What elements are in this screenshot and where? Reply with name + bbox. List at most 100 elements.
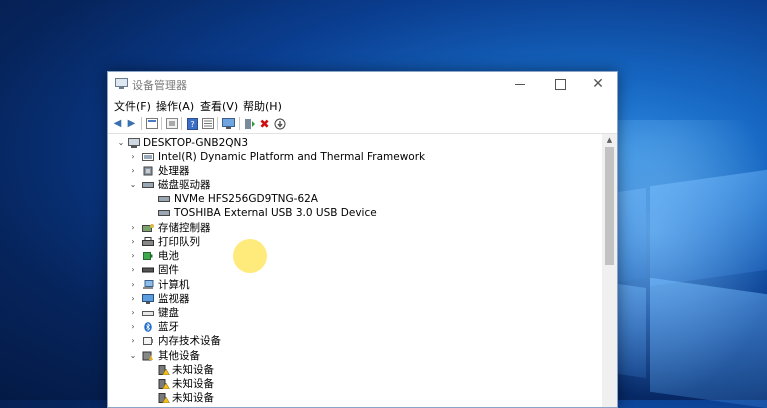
scrollbar-thumb[interactable]	[605, 147, 614, 265]
chevron-down-icon[interactable]: ⌄	[128, 349, 138, 363]
tree-item-label: 电池	[158, 250, 179, 262]
minimize-button[interactable]	[500, 72, 540, 96]
toolbar-separator	[217, 117, 218, 130]
tree-item-label: 打印队列	[158, 236, 200, 248]
tree-item[interactable]: › 处理器	[108, 164, 602, 178]
menu-view[interactable]: 查看(V)	[200, 98, 238, 114]
close-button[interactable]: ✕	[578, 72, 617, 96]
tree-item-label: 未知设备	[172, 364, 214, 376]
thermal-framework-icon	[142, 153, 154, 161]
tree-item-label: 蓝牙	[158, 321, 179, 333]
uninstall-icon[interactable]: ✖	[258, 117, 271, 131]
bluetooth-icon	[144, 322, 152, 332]
tree-item[interactable]: › 固件	[108, 263, 602, 277]
menu-help[interactable]: 帮助(H)	[243, 98, 282, 114]
back-icon[interactable]: ◀	[111, 117, 124, 130]
tree-item-label: TOSHIBA External USB 3.0 USB Device	[174, 207, 377, 219]
chevron-right-icon[interactable]: ›	[128, 150, 138, 164]
tree-item[interactable]: 未知设备	[108, 391, 602, 405]
computer-icon	[143, 280, 154, 289]
scan-hardware-icon[interactable]	[273, 117, 286, 130]
chevron-right-icon[interactable]: ›	[128, 306, 138, 320]
unknown-device-icon	[158, 379, 170, 389]
show-hidden-icon[interactable]	[165, 117, 178, 130]
tree-item[interactable]: › 键盘	[108, 306, 602, 320]
chevron-right-icon[interactable]: ›	[128, 320, 138, 334]
menu-action[interactable]: 操作(A)	[156, 98, 194, 114]
chevron-right-icon[interactable]: ›	[128, 221, 138, 235]
menu-bar: 文件(F) 操作(A) 查看(V) 帮助(H)	[108, 96, 617, 115]
monitor-icon	[142, 294, 154, 304]
menu-file[interactable]: 文件(F)	[114, 98, 151, 114]
tree-item[interactable]: NVMe HFS256GD9TNG-62A	[108, 192, 602, 206]
tree-item[interactable]: TOSHIBA External USB 3.0 USB Device	[108, 206, 602, 220]
other-devices-icon	[142, 351, 153, 361]
chevron-right-icon[interactable]: ›	[128, 334, 138, 348]
tree-root-label: DESKTOP-GNB2QN3	[143, 137, 249, 149]
help-icon[interactable]: ?	[186, 117, 199, 130]
tree-item-label: Intel(R) Dynamic Platform and Thermal Fr…	[158, 151, 426, 163]
tree-item[interactable]: 未知设备	[108, 363, 602, 377]
tree-item[interactable]: 未知设备	[108, 377, 602, 391]
monitor-icon[interactable]	[222, 117, 235, 130]
properties-icon[interactable]	[145, 117, 158, 130]
chevron-right-icon[interactable]: ›	[128, 278, 138, 292]
disk-drive-icon	[158, 210, 170, 216]
tree-item[interactable]: › 监视器	[108, 292, 602, 306]
chevron-down-icon[interactable]: ⌄	[116, 136, 126, 150]
chevron-down-icon[interactable]: ⌄	[128, 178, 138, 192]
svg-text:?: ?	[190, 120, 194, 129]
windows-logo-pane	[650, 169, 767, 287]
toolbar-separator	[239, 117, 240, 130]
cursor-highlight	[233, 239, 267, 273]
tree-item-label: 键盘	[158, 307, 179, 319]
tree-item[interactable]: › Intel(R) Dynamic Platform and Thermal …	[108, 150, 602, 164]
tree-item[interactable]: ⌄ 磁盘驱动器	[108, 178, 602, 192]
windows-logo-pane	[618, 188, 646, 282]
tree-item-label: 其他设备	[158, 350, 200, 362]
disk-drive-icon	[158, 196, 170, 202]
tree-item-label: 计算机	[158, 279, 190, 291]
device-manager-window: 设备管理器 ✕ 文件(F) 操作(A) 查看(V) 帮助(H) ◀ ▶ ? ✖ …	[107, 71, 618, 408]
tree-item-label: 未知设备	[172, 378, 214, 390]
chevron-right-icon[interactable]: ›	[128, 235, 138, 249]
tree-item[interactable]: › 存储控制器	[108, 221, 602, 235]
toolbar: ◀ ▶ ? ✖	[108, 115, 617, 134]
keyboard-icon	[142, 311, 154, 316]
update-driver-icon[interactable]	[243, 117, 256, 130]
chevron-right-icon[interactable]: ›	[128, 164, 138, 178]
toolbar-separator	[161, 117, 162, 130]
tree-item[interactable]: › 计算机	[108, 278, 602, 292]
tree-item-label: 固件	[158, 264, 179, 276]
processor-icon	[143, 166, 153, 176]
title-bar[interactable]: 设备管理器 ✕	[108, 72, 617, 96]
storage-controller-icon	[142, 224, 154, 232]
vertical-scrollbar[interactable]: ▲	[602, 134, 617, 407]
tree-item[interactable]: › 蓝牙	[108, 320, 602, 334]
toolbar-separator	[181, 117, 182, 130]
minimize-icon	[515, 83, 525, 85]
tree-item[interactable]: ⌄ 其他设备	[108, 349, 602, 363]
device-tree: ⌄ DESKTOP-GNB2QN3 › Intel(R) Dynamic Pla…	[108, 134, 602, 407]
tree-item[interactable]: › 电池	[108, 249, 602, 263]
chevron-right-icon[interactable]: ›	[128, 263, 138, 277]
chevron-right-icon[interactable]: ›	[128, 292, 138, 306]
tree-item-label: NVMe HFS256GD9TNG-62A	[174, 193, 318, 205]
tree-item[interactable]: › 内存技术设备	[108, 334, 602, 348]
tree-item-label: 处理器	[158, 165, 190, 177]
chevron-right-icon[interactable]: ›	[128, 249, 138, 263]
firmware-icon	[142, 267, 154, 273]
forward-icon[interactable]: ▶	[125, 117, 138, 130]
details-icon[interactable]	[201, 117, 214, 130]
scroll-up-icon[interactable]: ▲	[602, 134, 617, 146]
battery-icon	[143, 252, 153, 260]
tree-item-label: 未知设备	[172, 392, 214, 404]
maximize-button[interactable]	[540, 72, 580, 96]
disk-drive-icon	[142, 182, 154, 188]
tree-root[interactable]: ⌄ DESKTOP-GNB2QN3	[108, 136, 602, 150]
unknown-device-icon	[158, 365, 170, 375]
unknown-device-icon	[158, 393, 170, 403]
tree-item[interactable]: › 打印队列	[108, 235, 602, 249]
tree-item-label: 监视器	[158, 293, 190, 305]
window-title: 设备管理器	[132, 79, 187, 92]
